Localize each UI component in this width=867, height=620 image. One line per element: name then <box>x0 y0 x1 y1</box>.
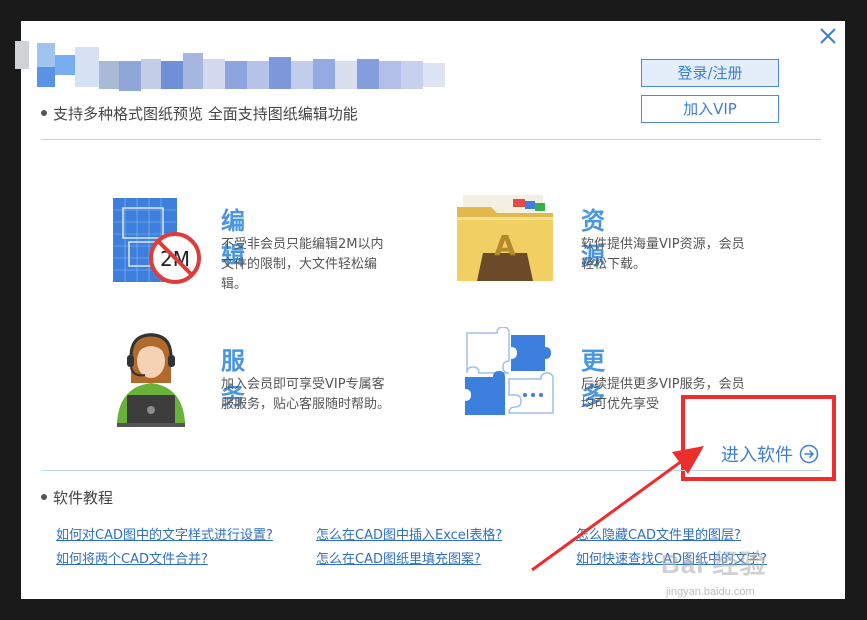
bullet-dot <box>41 493 47 500</box>
bottom-divider <box>41 470 821 471</box>
puzzle-icon <box>465 327 554 415</box>
tagline: 支持多种格式图纸预览 全面支持图纸编辑功能 <box>41 103 358 124</box>
enter-software-link[interactable]: 进入软件 <box>721 441 819 467</box>
customer-service-icon <box>117 333 185 427</box>
tutorial-link[interactable]: 怎么在CAD图中插入Excel表格? <box>316 524 502 543</box>
close-icon[interactable] <box>817 25 839 47</box>
tutorials-heading-text: 软件教程 <box>53 489 114 507</box>
baidu-watermark-url: jingyan.baidu.com <box>666 586 755 598</box>
join-vip-button[interactable]: 加入VIP <box>641 95 779 123</box>
login-register-button[interactable]: 登录/注册 <box>641 59 779 87</box>
tutorial-link[interactable]: 如何对CAD图中的文字样式进行设置? <box>56 524 273 543</box>
tagline-text: 支持多种格式图纸预览 全面支持图纸编辑功能 <box>53 105 358 123</box>
enter-software-label: 进入软件 <box>721 445 793 466</box>
tutorial-link[interactable]: 怎么隐藏CAD文件里的图层? <box>576 524 741 543</box>
baidu-watermark: Bai 经验 <box>661 549 767 579</box>
tutorial-link[interactable]: 怎么在CAD图纸里填充图案? <box>316 548 481 567</box>
arrow-right-circle-icon <box>799 444 819 464</box>
blueprint-no-2m-icon: 2M <box>113 198 201 284</box>
tutorials-heading: 软件教程 <box>41 487 113 508</box>
bullet-dot <box>41 109 47 116</box>
folder-archive-icon: A <box>457 195 553 281</box>
app-logo <box>15 41 445 91</box>
highlight-box <box>681 395 836 481</box>
archive-letter: A <box>494 229 516 262</box>
vip-dialog: 支持多种格式图纸预览 全面支持图纸编辑功能 登录/注册 加入VIP 2M 编辑 … <box>15 21 845 599</box>
feature-desc-resources: 软件提供海量VIP资源，会员轻松下载。 <box>581 237 745 272</box>
feature-desc-edit: 不受非会员只能编辑2M以内文件的限制，大文件轻松编辑。 <box>221 237 384 292</box>
feature-desc-service: 加入会员即可享受VIP专属客服服务，贴心客服随时帮助。 <box>221 377 391 412</box>
tutorial-link[interactable]: 如何将两个CAD文件合并? <box>56 548 208 567</box>
top-divider <box>41 139 821 140</box>
